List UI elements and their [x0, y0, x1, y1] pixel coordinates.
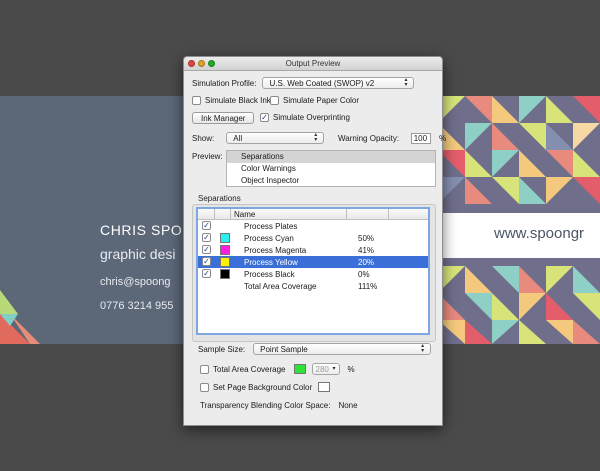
process-cyan-checkbox[interactable]: ✓	[202, 233, 211, 242]
separation-row-process-black[interactable]: ✓ Process Black 0%	[198, 268, 428, 280]
process-yellow-checkbox[interactable]: ✓	[202, 257, 211, 266]
separation-percent: 111%	[358, 282, 378, 291]
warning-opacity-label: Warning Opacity:	[338, 134, 400, 143]
coverage-value-select[interactable]: 280 ▾	[311, 363, 340, 375]
window-title: Output Preview	[285, 59, 341, 68]
name-column-header[interactable]: Name	[234, 210, 255, 219]
separation-row-process-magenta[interactable]: ✓ Process Magenta 41%	[198, 244, 428, 256]
separations-group-label: Separations	[198, 194, 241, 203]
simulation-profile-select[interactable]: U.S. Web Coated (SWOP) v2 ▴ ▾	[262, 77, 415, 89]
transparency-label: Transparency Blending Color Space:	[200, 401, 331, 410]
ink-manager-button[interactable]: Ink Manager	[192, 112, 255, 124]
simulate-black-ink-label: Simulate Black Ink	[205, 96, 271, 105]
coverage-color-swatch[interactable]	[293, 364, 306, 374]
popup-arrows-icon: ▾	[332, 365, 336, 372]
process-black-checkbox[interactable]: ✓	[202, 269, 211, 278]
simulate-paper-color-checkbox[interactable]	[270, 96, 279, 105]
separations-table-header: Name	[198, 209, 428, 220]
separation-row-process-cyan[interactable]: ✓ Process Cyan 50%	[198, 232, 428, 244]
separation-row-process-plates[interactable]: ✓ Process Plates	[198, 220, 428, 232]
card-website: www.spoongr	[494, 225, 585, 242]
separation-name: Process Black	[244, 270, 295, 279]
sample-size-select[interactable]: Point Sample ▴ ▾	[253, 343, 432, 355]
card-triangle-art	[0, 290, 40, 344]
coverage-unit: %	[347, 364, 355, 374]
warning-opacity-unit: %	[439, 134, 447, 143]
page-background-checkbox[interactable]	[200, 382, 209, 392]
separation-name: Process Yellow	[244, 258, 298, 267]
page-background-label: Set Page Background Color	[213, 382, 313, 392]
title-bar[interactable]: Output Preview	[184, 57, 442, 71]
show-select[interactable]: All ▴ ▾	[226, 132, 325, 144]
separation-percent: 41%	[358, 246, 375, 255]
separations-table[interactable]: Name ✓ Process Plates ✓ Process Cyan 50%…	[196, 207, 430, 335]
separation-row-total-area-coverage[interactable]: Total Area Coverage 111%	[198, 280, 428, 292]
total-area-coverage-checkbox[interactable]	[200, 364, 209, 374]
preview-item-color-warnings[interactable]: Color Warnings	[227, 163, 435, 175]
separation-row-process-yellow[interactable]: ✓ Process Yellow 20%	[198, 256, 428, 268]
simulate-overprinting-label: Simulate Overprinting	[273, 113, 350, 122]
separation-name: Process Plates	[244, 222, 298, 231]
output-preview-window: Output Preview Simulation Profile: U.S. …	[183, 56, 447, 426]
preview-label: Preview:	[192, 152, 223, 161]
transparency-value: None	[338, 401, 358, 410]
cyan-swatch	[220, 233, 230, 243]
sample-size-label: Sample Size:	[198, 344, 246, 354]
ink-manager-label: Ink Manager	[201, 113, 246, 123]
card-name: CHRIS SPOO	[100, 222, 182, 238]
card-email: chris@spoong	[100, 276, 171, 288]
separation-percent: 0%	[358, 270, 370, 279]
total-area-coverage-label: Total Area Coverage	[213, 364, 286, 374]
preview-list: Separations Color Warnings Object Inspec…	[226, 150, 436, 187]
yellow-swatch	[220, 257, 230, 267]
popup-arrows-icon: ▴ ▾	[404, 77, 408, 88]
separation-percent: 20%	[358, 258, 375, 267]
separation-name: Process Magenta	[244, 246, 307, 255]
popup-arrows-icon: ▴ ▾	[421, 343, 425, 354]
black-swatch	[220, 269, 230, 279]
simulation-profile-value: U.S. Web Coated (SWOP) v2	[269, 78, 375, 88]
simulate-black-ink-checkbox[interactable]	[192, 96, 201, 105]
popup-arrows-icon: ▴ ▾	[314, 132, 318, 143]
page-background-swatch[interactable]	[318, 382, 331, 392]
separation-name: Total Area Coverage	[244, 282, 317, 291]
sample-size-value: Point Sample	[260, 344, 308, 354]
show-label: Show:	[192, 133, 215, 143]
show-value: All	[233, 133, 243, 143]
simulate-paper-color-label: Simulate Paper Color	[283, 96, 360, 105]
simulation-profile-label: Simulation Profile:	[192, 78, 257, 88]
preview-item-separations[interactable]: Separations	[227, 151, 435, 163]
separation-name: Process Cyan	[244, 234, 294, 243]
magenta-swatch	[220, 245, 230, 255]
process-plates-checkbox[interactable]: ✓	[202, 221, 211, 230]
card-phone: 0776 3214 955	[100, 300, 174, 312]
simulate-overprinting-checkbox[interactable]: ✓	[260, 113, 269, 122]
card-role: graphic desi	[100, 246, 176, 262]
process-magenta-checkbox[interactable]: ✓	[202, 245, 211, 254]
warning-opacity-input[interactable]: 100	[411, 133, 432, 144]
preview-item-object-inspector[interactable]: Object Inspector	[227, 175, 435, 187]
separation-percent: 50%	[358, 234, 375, 243]
